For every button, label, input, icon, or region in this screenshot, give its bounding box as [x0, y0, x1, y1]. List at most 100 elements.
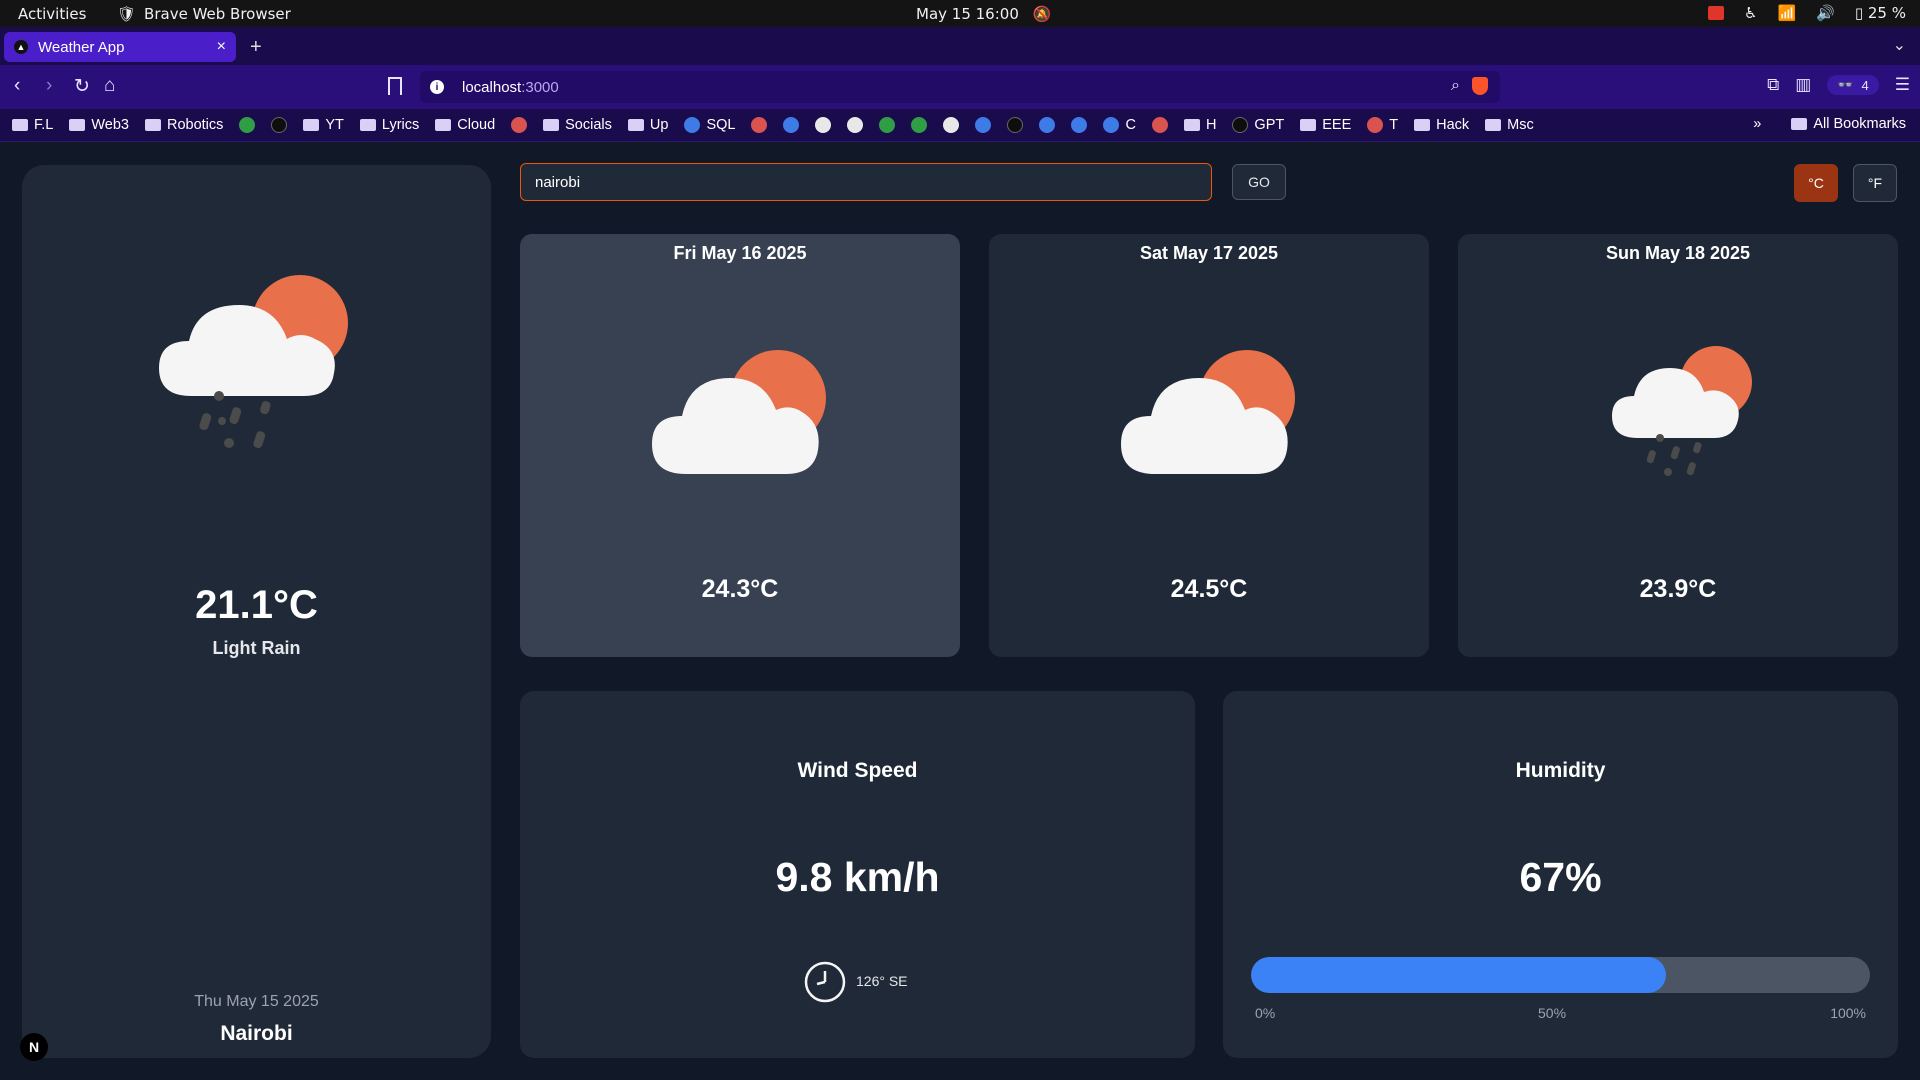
os-top-bar: Activities 🛡 Brave Web Browser May 15 16… — [0, 0, 1920, 27]
back-arrow-icon[interactable]: ‹ — [14, 75, 20, 97]
wind-direction-compass-icon — [804, 961, 846, 1003]
wallet-count: 4 — [1861, 77, 1869, 93]
bookmark-site[interactable] — [911, 117, 928, 133]
menu-icon[interactable]: ☰ — [1895, 75, 1910, 95]
bookmark-site[interactable] — [271, 117, 288, 133]
partly-cloudy-icon — [1121, 350, 1295, 474]
celsius-toggle-button[interactable]: °C — [1794, 164, 1838, 202]
bookmark-site[interactable] — [975, 117, 992, 133]
go-button[interactable]: GO — [1232, 164, 1286, 200]
volume-icon: 🔊 — [1816, 4, 1835, 22]
folder-icon — [543, 119, 560, 131]
tab-strip: ▲ Weather App × + ⌄ — [0, 27, 1920, 65]
wind-value: 9.8 km/h — [775, 854, 940, 900]
site-favicon-icon — [1367, 117, 1384, 133]
bookmark-page-icon[interactable] — [388, 77, 402, 95]
sql-favicon-icon — [684, 117, 701, 133]
home-icon[interactable]: ⌂ — [104, 75, 115, 97]
bookmark-site[interactable] — [1151, 117, 1168, 133]
bookmark-site[interactable] — [783, 117, 800, 133]
bookmark-folder[interactable]: H — [1183, 117, 1216, 133]
bookmark-folder[interactable]: Hack — [1414, 117, 1469, 133]
bookmark-site[interactable]: C — [1103, 117, 1136, 133]
battery-text: 25 % — [1867, 4, 1906, 22]
site-favicon-icon — [1071, 117, 1088, 133]
bookmark-site[interactable]: SQL — [684, 117, 735, 133]
site-info-icon[interactable]: i — [430, 80, 444, 94]
gmail-icon — [511, 117, 528, 133]
tab-search-chevron-icon[interactable]: ⌄ — [1893, 35, 1906, 55]
bookmark-site[interactable] — [879, 117, 896, 133]
folder-icon — [1300, 119, 1317, 131]
bookmark-site[interactable] — [751, 117, 768, 133]
more-bookmarks-chevron-icon[interactable]: » — [1753, 116, 1761, 132]
bookmark-site[interactable] — [815, 117, 832, 133]
folder-icon — [1183, 119, 1200, 131]
forward-arrow-icon[interactable]: › — [46, 75, 52, 97]
bookmarks-right: » All Bookmarks — [1753, 116, 1906, 132]
bookmark-folder[interactable]: Msc — [1485, 117, 1534, 133]
bookmark-folder[interactable]: Up — [627, 117, 668, 133]
forecast-card[interactable]: Fri May 16 2025 24.3°C — [520, 234, 960, 657]
extensions-icon[interactable]: ⧉ — [1767, 75, 1779, 95]
forecast-date: Sat May 17 2025 — [1139, 243, 1279, 263]
partly-cloudy-icon — [652, 350, 826, 474]
app-menu[interactable]: 🛡 Brave Web Browser — [117, 5, 291, 23]
all-bookmarks-button[interactable]: All Bookmarks — [1791, 116, 1906, 132]
bookmark-folder[interactable]: Lyrics — [359, 117, 419, 133]
close-tab-icon[interactable]: × — [217, 38, 226, 56]
bookmark-folder[interactable]: YT — [303, 117, 344, 133]
bookmark-folder[interactable]: Cloud — [435, 117, 495, 133]
humidity-card: Humidity 67% 0% 50% 100% — [1223, 691, 1898, 1058]
bookmark-site[interactable] — [1007, 117, 1024, 133]
forecast-date: Fri May 16 2025 — [673, 243, 807, 263]
current-description: Light Rain — [212, 638, 301, 658]
bookmark-folder[interactable]: F.L — [12, 117, 53, 133]
forecast-card[interactable]: Sun May 18 2025 23.9°C — [1458, 234, 1898, 657]
city-search-input[interactable] — [520, 163, 1212, 201]
browser-toolbar: ‹ › ↻ ⌂ i localhost :3000 ⌕ ⧉ ▥ 👓 4 ☰ — [0, 65, 1920, 109]
system-tray[interactable]: ♿ 📶 🔊 ▯ 25 % — [1708, 4, 1906, 22]
folder-icon — [1791, 118, 1808, 130]
bookmark-site[interactable]: GPT — [1232, 117, 1284, 133]
bookmark-folder[interactable]: Robotics — [144, 117, 223, 133]
bookmark-folder[interactable]: Socials — [543, 117, 612, 133]
wind-speed-card: Wind Speed 9.8 km/h 126° SE — [520, 691, 1195, 1058]
tab-weather-app[interactable]: ▲ Weather App × — [4, 32, 236, 62]
bookmark-folder[interactable]: Web3 — [69, 117, 129, 133]
wifi-icon: 📶 — [1777, 4, 1797, 22]
reload-icon[interactable]: ↻ — [74, 75, 90, 98]
weather-app: 21.1°C Light Rain Thu May 15 2025 Nairob… — [0, 143, 1920, 1080]
fahrenheit-toggle-button[interactable]: °F — [1853, 164, 1897, 202]
wind-title: Wind Speed — [797, 759, 918, 782]
activities-button[interactable]: Activities — [18, 5, 86, 23]
bookmark-site[interactable] — [1039, 117, 1056, 133]
zoom-icon[interactable]: ⌕ — [1451, 77, 1460, 95]
wallet-button[interactable]: 👓 4 — [1827, 75, 1879, 95]
bookmark-site[interactable] — [239, 117, 256, 133]
humidity-progress-fill — [1251, 957, 1666, 993]
clock-text: May 15 16:00 — [916, 5, 1019, 23]
address-bar[interactable]: i localhost :3000 ⌕ — [420, 71, 1500, 103]
bookmark-site[interactable] — [1071, 117, 1088, 133]
humidity-value: 67% — [1519, 854, 1602, 900]
bookmark-site[interactable] — [943, 117, 960, 133]
bookmark-site[interactable] — [847, 117, 864, 133]
forecast-card[interactable]: Sat May 17 2025 24.5°C — [989, 234, 1429, 657]
clock[interactable]: May 15 16:00 🔕 — [916, 5, 1052, 23]
nextjs-dev-badge[interactable]: N — [20, 1033, 48, 1061]
wordpress-icon — [975, 117, 992, 133]
forecast-date: Sun May 18 2025 — [1605, 243, 1751, 263]
sidebar-icon[interactable]: ▥ — [1795, 75, 1811, 95]
battery-indicator: ▯ 25 % — [1854, 4, 1906, 22]
bookmark-site[interactable] — [511, 117, 528, 133]
new-tab-button[interactable]: + — [250, 36, 262, 59]
brave-shields-icon[interactable] — [1472, 77, 1488, 95]
site-favicon-icon — [271, 117, 288, 133]
wind-direction: 126° SE — [856, 973, 908, 989]
bookmark-folder[interactable]: EEE — [1300, 117, 1351, 133]
folder-icon — [144, 119, 161, 131]
light-rain-partly-cloudy-icon — [1612, 346, 1752, 476]
folder-icon — [1414, 119, 1431, 131]
bookmark-site[interactable]: T — [1367, 117, 1398, 133]
